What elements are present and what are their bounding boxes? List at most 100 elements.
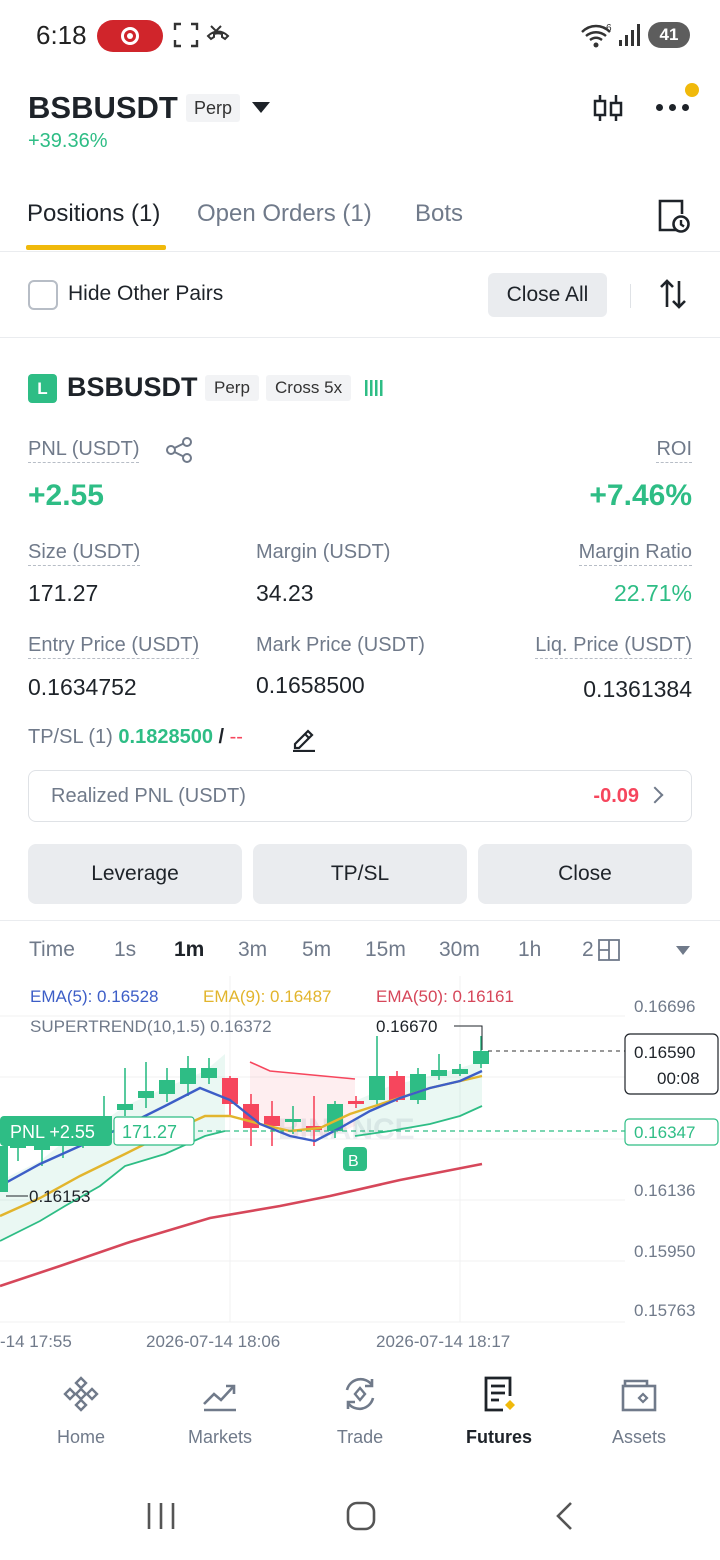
candlestick-chart-icon[interactable]	[592, 92, 624, 124]
home-button-icon[interactable]	[345, 1500, 377, 1532]
wallet-icon	[621, 1379, 657, 1412]
nav-trade[interactable]: Trade	[305, 1374, 415, 1448]
candle-body	[159, 1080, 175, 1094]
tab-open-orders[interactable]: Open Orders (1)	[197, 200, 372, 228]
position-symbol[interactable]: BSBUSDT	[67, 372, 198, 403]
kline-chart[interactable]: BINANCE PNL +2.55 171.27 0.16670 0.16153…	[0, 976, 720, 1356]
timeframe-1m[interactable]: 1m	[174, 938, 204, 962]
bottom-navigation: Home Markets Trade Futures Assets	[0, 1356, 720, 1466]
realized-pnl-row[interactable]: Realized PNL (USDT) -0.09	[28, 770, 692, 822]
screen-record-indicator[interactable]	[97, 20, 163, 52]
leverage-button[interactable]: Leverage	[28, 844, 242, 904]
tab-bots[interactable]: Bots	[415, 200, 463, 228]
mark-price-label: Mark Price (USDT)	[256, 634, 425, 656]
tpsl-summary: TP/SL (1) 0.1828500 / --	[28, 726, 243, 749]
price-axis-label: 0.16136	[634, 1181, 695, 1200]
nav-trade-label: Trade	[336, 1427, 384, 1447]
candle-body	[117, 1104, 133, 1110]
entry-price-value: 0.1634752	[28, 674, 137, 700]
stop-loss-value: --	[229, 726, 243, 748]
take-profit-value: 0.1828500	[118, 726, 213, 748]
entry-price-tag-label: 0.16347	[634, 1123, 695, 1142]
long-side-badge: L	[28, 374, 57, 403]
candle-body	[369, 1076, 385, 1100]
nav-futures[interactable]: Futures	[444, 1374, 554, 1448]
tpsl-separator: /	[218, 726, 225, 748]
order-history-icon[interactable]	[656, 198, 692, 234]
entry-price-label[interactable]: Entry Price (USDT)	[28, 634, 200, 659]
candle-body	[431, 1070, 447, 1076]
position-filter-row: Hide Other Pairs Close All	[0, 252, 720, 338]
share-icon[interactable]	[164, 436, 194, 464]
pnl-label[interactable]: PNL (USDT)	[28, 438, 140, 463]
futures-doc-icon	[484, 1376, 515, 1412]
supertrend-legend: SUPERTREND(10,1.5) 0.16372	[30, 1017, 272, 1036]
nav-assets[interactable]: Assets	[584, 1374, 694, 1448]
timeframe-more[interactable]: 2	[582, 938, 594, 962]
liq-price-label[interactable]: Liq. Price (USDT)	[535, 634, 692, 659]
more-options-icon[interactable]	[656, 104, 690, 114]
chart-layout-icon[interactable]	[597, 938, 621, 962]
timeframe-1s[interactable]: 1s	[114, 938, 136, 962]
timeframe-1h[interactable]: 1h	[518, 938, 541, 962]
price-axis-label: 0.15950	[634, 1242, 695, 1261]
contract-type-tag: Perp	[186, 94, 241, 122]
timeframe-time[interactable]: Time	[29, 938, 75, 962]
pnl-value: +2.55	[28, 479, 104, 512]
margin-value: 34.23	[256, 580, 314, 606]
timeframe-dropdown-icon[interactable]	[676, 946, 690, 955]
realized-pnl-value: -0.09	[593, 785, 639, 807]
symbol-header: BSBUSDT Perp +39.36%	[0, 80, 720, 160]
chevron-right-icon	[646, 786, 664, 804]
sort-icon[interactable]	[658, 278, 688, 310]
high-marker: 0.16670	[376, 1017, 483, 1050]
divider	[0, 920, 720, 921]
hide-other-pairs-checkbox[interactable]	[28, 280, 58, 310]
screenshot-frame-icon	[173, 22, 199, 48]
margin-mode-tag[interactable]: Cross 5x	[266, 375, 352, 401]
position-tabs: Positions (1) Open Orders (1) Bots	[0, 190, 720, 252]
notification-dot	[685, 83, 699, 97]
candle-body	[452, 1069, 468, 1074]
size-value: 171.27	[28, 580, 99, 606]
time-axis-label: 2026-07-14 18:06	[146, 1332, 280, 1351]
back-button-icon[interactable]	[551, 1500, 579, 1532]
hide-other-pairs-label[interactable]: Hide Other Pairs	[68, 282, 223, 306]
pnl-tag-label: PNL +2.55	[10, 1122, 95, 1142]
countdown-label: 00:08	[657, 1069, 700, 1088]
close-all-button[interactable]: Close All	[488, 273, 607, 317]
roi-label[interactable]: ROI	[656, 438, 692, 463]
margin-ratio-label[interactable]: Margin Ratio	[578, 541, 692, 566]
tpsl-button[interactable]: TP/SL	[253, 844, 467, 904]
symbol-dropdown-icon[interactable]	[252, 102, 270, 113]
position-contract-tag: Perp	[205, 375, 259, 401]
close-position-button[interactable]: Close	[478, 844, 692, 904]
battery-indicator: 41	[648, 22, 690, 48]
active-tab-indicator	[26, 245, 166, 250]
margin-ratio-value: 22.71%	[613, 580, 692, 606]
tab-positions[interactable]: Positions (1)	[27, 200, 160, 228]
realized-pnl-label: Realized PNL (USDT)	[51, 785, 246, 807]
edit-pencil-icon[interactable]	[290, 724, 318, 752]
candle-body	[285, 1119, 301, 1122]
nav-markets[interactable]: Markets	[165, 1374, 275, 1448]
symbol-title[interactable]: BSBUSDT	[28, 90, 178, 126]
time-axis-label: -14 17:55	[0, 1332, 72, 1351]
status-time: 6:18	[36, 20, 87, 50]
low-marker-label: 0.16153	[29, 1187, 90, 1206]
divider	[630, 284, 631, 308]
size-label[interactable]: Size (USDT)	[28, 541, 141, 566]
timeframe-15m[interactable]: 15m	[365, 938, 406, 962]
missed-call-icon	[206, 25, 230, 41]
nav-home[interactable]: Home	[26, 1374, 136, 1448]
recent-apps-icon[interactable]	[145, 1500, 177, 1532]
high-marker-label: 0.16670	[376, 1017, 437, 1036]
ema5-legend: EMA(5): 0.16528	[30, 987, 159, 1006]
timeframe-3m[interactable]: 3m	[238, 938, 267, 962]
buy-marker-label: B	[348, 1153, 359, 1170]
timeframe-30m[interactable]: 30m	[439, 938, 480, 962]
roi-value: +7.46%	[589, 479, 692, 512]
nav-home-label: Home	[56, 1427, 105, 1447]
timeframe-5m[interactable]: 5m	[302, 938, 331, 962]
candle-body	[201, 1068, 217, 1078]
